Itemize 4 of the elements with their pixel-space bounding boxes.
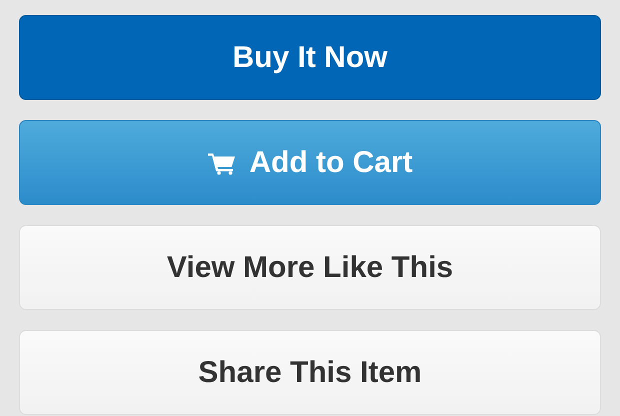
action-button[interactable]: Buy It Now	[19, 15, 601, 100]
action-button[interactable]: Share This Item	[19, 330, 601, 415]
cart-icon	[207, 150, 238, 174]
action-button[interactable]: View More Like This	[19, 225, 601, 310]
